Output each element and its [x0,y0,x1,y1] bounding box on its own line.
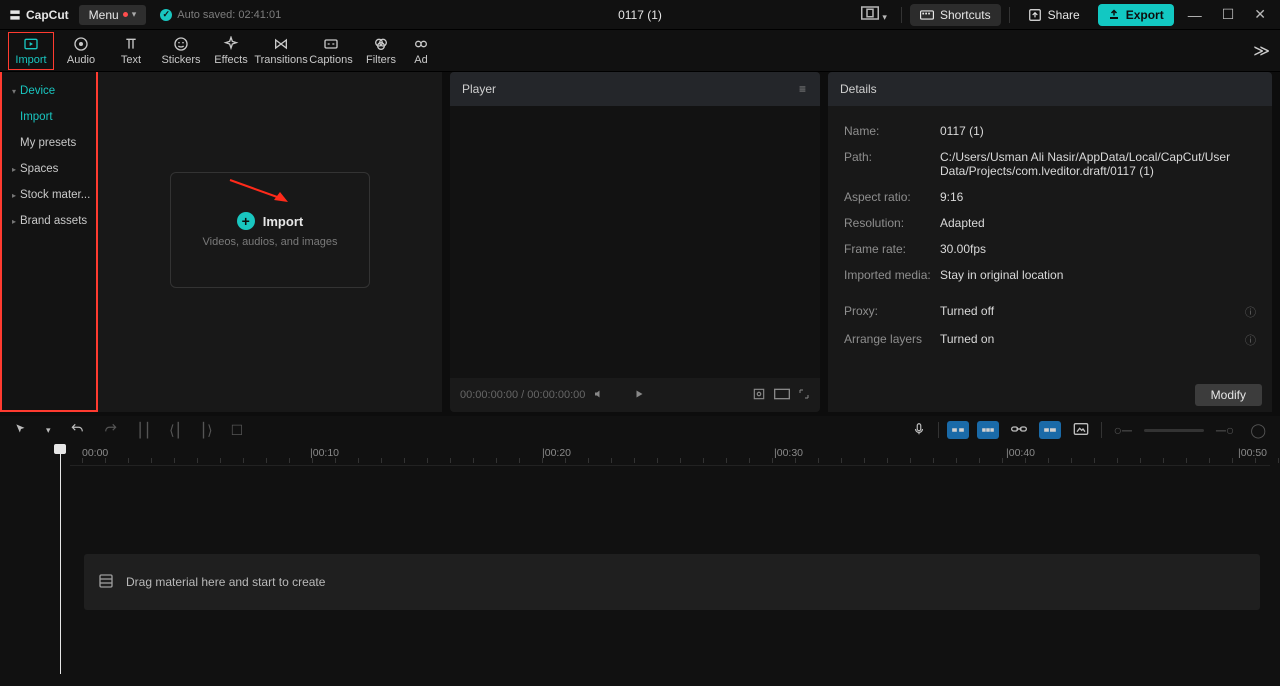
minimize-button[interactable]: ― [1182,7,1208,23]
tab-stickers[interactable]: Stickers [156,30,206,72]
share-button[interactable]: Share [1018,4,1090,26]
plus-icon: + [237,212,255,230]
play-button[interactable] [633,388,645,403]
annotation-arrow [228,178,288,205]
tab-transitions[interactable]: Transitions [256,30,306,72]
preview-axis[interactable] [1039,421,1061,439]
magnet-main-track[interactable] [947,421,969,439]
info-icon[interactable]: ⓘ [1245,304,1256,320]
detail-label-fps: Frame rate: [844,242,932,256]
detail-value-aspect: 9:16 [940,190,963,204]
detail-value-name: 0117 (1) [940,124,984,138]
detail-label-resolution: Resolution: [844,216,932,230]
trim-left-tool[interactable]: ⟨⎮ [165,420,186,441]
sidebar-item-import[interactable]: Import [2,104,96,130]
ruler-tick: |00:50 [1238,447,1267,459]
export-button[interactable]: Export [1098,4,1174,26]
detail-label-imported-media: Imported media: [844,268,932,282]
tab-ad[interactable]: Ad [406,30,436,72]
fullscreen-icon[interactable] [798,388,810,403]
sidebar-item-device[interactable]: ▾Device [2,78,96,104]
modify-button[interactable]: Modify [1195,384,1262,406]
project-title: 0117 (1) [618,8,662,22]
menu-button[interactable]: Menu▾ [79,5,147,25]
detail-value-proxy: Turned off [940,304,994,320]
detail-label-path: Path: [844,150,932,178]
tab-effects[interactable]: Effects [206,30,256,72]
tab-audio[interactable]: Audio [56,30,106,72]
mic-icon[interactable] [908,419,930,442]
timeline-dropzone[interactable]: Drag material here and start to create [84,554,1260,610]
sidebar-item-spaces[interactable]: ▸Spaces [2,156,96,182]
auto-snap[interactable] [977,421,999,439]
import-sidebar: ▾Device Import My presets ▸Spaces ▸Stock… [0,72,98,412]
detail-value-path: C:/Users/Usman Ali Nasir/AppData/Local/C… [940,150,1256,178]
cover-icon[interactable] [1069,420,1093,441]
app-logo: CapCut [8,8,69,22]
aspect-ratio-icon[interactable]: ▾ [855,3,893,26]
pointer-menu[interactable]: ▾ [42,423,55,438]
timeline-ruler[interactable]: 00:00 |00:10 |00:20 |00:30 |00:40 |00:50 [70,444,1270,466]
ruler-tick: |00:40 [1006,447,1035,459]
detail-label-arrange-layers: Arrange layers [844,332,932,348]
pointer-tool[interactable] [10,420,32,441]
reel-icon [98,573,114,592]
volume-icon[interactable] [593,388,605,403]
focus-icon[interactable] [752,387,766,404]
detail-value-fps: 30.00fps [940,242,986,256]
zoom-out-icon[interactable]: ○─ [1110,420,1136,440]
split-tool[interactable]: ⎮⎮ [133,420,156,441]
shortcuts-button[interactable]: Shortcuts [910,4,1001,26]
sidebar-item-mypresets[interactable]: My presets [2,130,96,156]
trim-right-tool[interactable]: ⎮⟩ [196,420,217,441]
detail-label-name: Name: [844,124,932,138]
undo-button[interactable] [65,420,89,441]
ratio-icon[interactable] [774,388,790,403]
sidebar-item-stock-materials[interactable]: ▸Stock mater... [2,182,96,208]
tabs-scroll-right[interactable]: ≫ [1253,41,1280,61]
sidebar-item-brand-assets[interactable]: ▸Brand assets [2,208,96,234]
tab-filters[interactable]: Filters [356,30,406,72]
playhead[interactable] [60,444,66,674]
tab-import[interactable]: Import [8,32,54,70]
close-button[interactable]: ✕ [1248,6,1272,23]
import-dropzone-subtitle: Videos, audios, and images [203,236,338,248]
player-timecode: 00:00:00:00 / 00:00:00:00 [460,389,585,401]
detail-value-imported-media: Stay in original location [940,268,1063,282]
info-icon[interactable]: ⓘ [1245,332,1256,348]
ruler-tick: |00:20 [542,447,571,459]
autosave-status: ✓Auto saved: 02:41:01 [160,9,281,21]
detail-label-aspect: Aspect ratio: [844,190,932,204]
zoom-slider[interactable] [1144,429,1204,432]
detail-value-resolution: Adapted [940,216,985,230]
ruler-tick: |00:30 [774,447,803,459]
zoom-in-icon[interactable]: ─○ [1212,420,1238,440]
maximize-button[interactable]: ☐ [1216,6,1241,23]
detail-value-arrange-layers: Turned on [940,332,994,348]
tab-captions[interactable]: Captions [306,30,356,72]
detail-label-proxy: Proxy: [844,304,932,320]
details-title: Details [840,82,877,96]
player-canvas [450,106,820,378]
tab-text[interactable]: Text [106,30,156,72]
zoom-fit-icon[interactable]: ◯ [1246,420,1270,441]
redo-button[interactable] [99,420,123,441]
delete-tool[interactable]: ☐ [227,420,248,441]
player-title: Player [462,82,496,96]
player-menu-icon[interactable]: ≡ [799,82,808,96]
link-icon[interactable] [1007,420,1031,440]
